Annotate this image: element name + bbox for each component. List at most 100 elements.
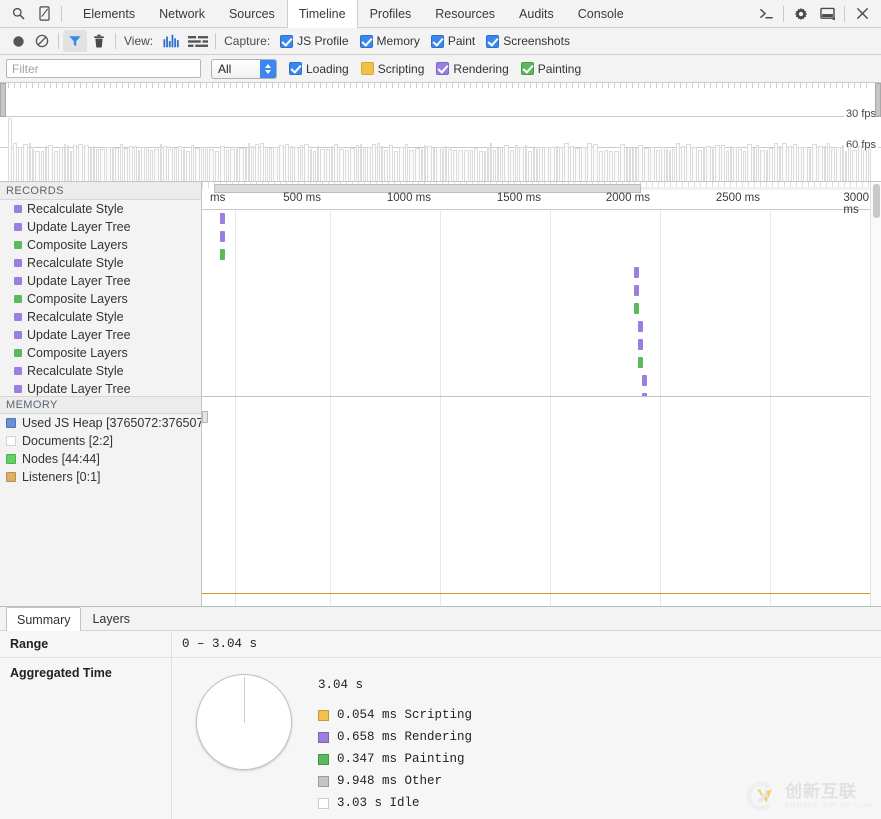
overview-frame-bar xyxy=(510,149,514,181)
type-select[interactable]: All xyxy=(211,58,277,79)
checkbox-rendering[interactable] xyxy=(436,62,450,75)
overview-frame-bar xyxy=(356,145,359,181)
overview-frame-bar xyxy=(666,148,668,181)
tab-profiles[interactable]: Profiles xyxy=(358,0,424,27)
tabbar-right-icons xyxy=(753,0,881,27)
checkbox-paint[interactable] xyxy=(430,34,444,48)
overview-frame-bar xyxy=(255,143,259,181)
record-row[interactable]: Update Layer Tree xyxy=(0,218,201,236)
checkbox-screenshots[interactable] xyxy=(486,34,500,48)
tab-layers[interactable]: Layers xyxy=(81,607,141,630)
tab-audits[interactable]: Audits xyxy=(507,0,566,27)
capture-paint[interactable]: Paint xyxy=(430,34,475,48)
records-vertical-scrollbar[interactable] xyxy=(870,182,881,606)
record-icon[interactable] xyxy=(6,30,30,52)
timeline-ruler[interactable]: ms 500 ms 1000 ms 1500 ms 2000 ms 2500 m… xyxy=(202,182,881,216)
search-icon[interactable] xyxy=(5,0,31,27)
memory-counter-row[interactable]: Used JS Heap [3765072:3765072] xyxy=(0,414,201,432)
overview-frame-bar xyxy=(536,148,538,181)
timeline-filterbar: All Loading Scripting Rendering Painting xyxy=(0,55,881,83)
category-painting[interactable]: Painting xyxy=(520,62,581,76)
memory-counter-swatch xyxy=(6,418,16,428)
record-event-bar[interactable] xyxy=(220,213,225,224)
record-row[interactable]: Recalculate Style xyxy=(0,254,201,272)
chevron-updown-icon[interactable] xyxy=(260,59,276,78)
record-event-bar[interactable] xyxy=(634,267,639,278)
dock-position-icon[interactable] xyxy=(814,0,840,27)
record-row[interactable]: Composite Layers xyxy=(0,290,201,308)
category-scripting[interactable]: Scripting xyxy=(360,62,424,76)
console-prompt-icon[interactable] xyxy=(753,0,779,27)
tab-network[interactable]: Network xyxy=(147,0,217,27)
overview-frame-bar xyxy=(656,149,660,181)
tab-console[interactable]: Console xyxy=(566,0,636,27)
record-row[interactable]: Recalculate Style xyxy=(0,362,201,380)
tab-resources[interactable]: Resources xyxy=(423,0,507,27)
timeline-overview[interactable]: 30 fps 60 fps xyxy=(0,83,881,182)
overview-frame-bar xyxy=(824,145,826,181)
overview-frame-bar xyxy=(769,148,773,181)
overview-frame-bar xyxy=(564,143,569,181)
tab-timeline[interactable]: Timeline xyxy=(286,0,358,28)
details-drawer: Summary Layers Range 0 – 3.04 s Aggregat… xyxy=(0,606,881,819)
capture-js-profile[interactable]: JS Profile xyxy=(280,34,349,48)
memory-counter-row[interactable]: Listeners [0:1] xyxy=(0,468,201,486)
overview-frame-bar xyxy=(484,151,486,181)
record-event-bar[interactable] xyxy=(638,357,643,368)
capture-screenshots[interactable]: Screenshots xyxy=(486,34,570,48)
record-row[interactable]: Update Layer Tree xyxy=(0,326,201,344)
record-event-bar[interactable] xyxy=(634,285,639,296)
record-event-bar[interactable] xyxy=(220,249,225,260)
gear-icon[interactable] xyxy=(788,0,814,27)
tab-sources[interactable]: Sources xyxy=(217,0,287,27)
memory-graph-pane[interactable] xyxy=(202,396,881,606)
overview-frame-bar xyxy=(260,143,264,181)
record-event-bar[interactable] xyxy=(220,231,225,242)
overview-frame-bar xyxy=(809,148,811,181)
device-toggle-icon[interactable] xyxy=(31,0,57,27)
trash-icon[interactable] xyxy=(87,30,111,52)
checkbox-scripting[interactable] xyxy=(360,62,374,75)
overview-window-left-handle[interactable] xyxy=(0,83,6,117)
overview-frame-bar xyxy=(427,146,432,181)
record-event-bar[interactable] xyxy=(638,321,643,332)
memory-counter-row[interactable]: Nodes [44:44] xyxy=(0,450,201,468)
overview-frame-bar xyxy=(209,148,214,181)
record-event-bar[interactable] xyxy=(642,375,647,386)
record-row[interactable]: Composite Layers xyxy=(0,344,201,362)
checkbox-painting[interactable] xyxy=(520,62,534,75)
record-row[interactable]: Composite Layers xyxy=(0,236,201,254)
filter-funnel-icon[interactable] xyxy=(63,30,87,52)
overview-window-right-handle[interactable] xyxy=(875,83,881,117)
record-row[interactable]: Update Layer Tree xyxy=(0,272,201,290)
tab-elements[interactable]: Elements xyxy=(71,0,147,27)
memory-counter-row[interactable]: Documents [2:2] xyxy=(0,432,201,450)
clear-icon[interactable] xyxy=(30,30,54,52)
record-row[interactable]: Recalculate Style xyxy=(0,308,201,326)
checkbox-js-profile[interactable] xyxy=(280,34,294,48)
overview-frame-bar xyxy=(479,150,483,181)
memory-left-handle[interactable] xyxy=(202,411,208,423)
record-row[interactable]: Recalculate Style xyxy=(0,200,201,218)
memory-graph-canvas[interactable] xyxy=(202,397,881,606)
checkbox-memory[interactable] xyxy=(359,34,373,48)
category-rendering[interactable]: Rendering xyxy=(436,62,509,76)
pie-slice-divider xyxy=(244,677,245,723)
overview-frame-bar xyxy=(29,143,31,181)
bar-view-icon[interactable] xyxy=(159,30,185,52)
overview-frame-bar xyxy=(604,150,608,181)
category-loading[interactable]: Loading xyxy=(289,62,349,76)
overview-frame-bar xyxy=(500,146,503,181)
checkbox-loading[interactable] xyxy=(289,62,302,75)
capture-memory[interactable]: Memory xyxy=(359,34,420,48)
tab-summary[interactable]: Summary xyxy=(6,607,82,631)
records-scrollbar-thumb[interactable] xyxy=(873,184,880,218)
record-event-bar[interactable] xyxy=(634,303,639,314)
overview-frame-bar xyxy=(245,147,247,181)
search-input[interactable] xyxy=(6,59,201,78)
aggregated-time-row: Aggregated Time 3.04 s 0.054 ms Scriptin… xyxy=(0,658,881,819)
overview-frame-bar xyxy=(650,146,655,181)
flame-view-icon[interactable] xyxy=(185,30,211,52)
close-icon[interactable] xyxy=(849,0,875,27)
record-event-bar[interactable] xyxy=(638,339,643,350)
